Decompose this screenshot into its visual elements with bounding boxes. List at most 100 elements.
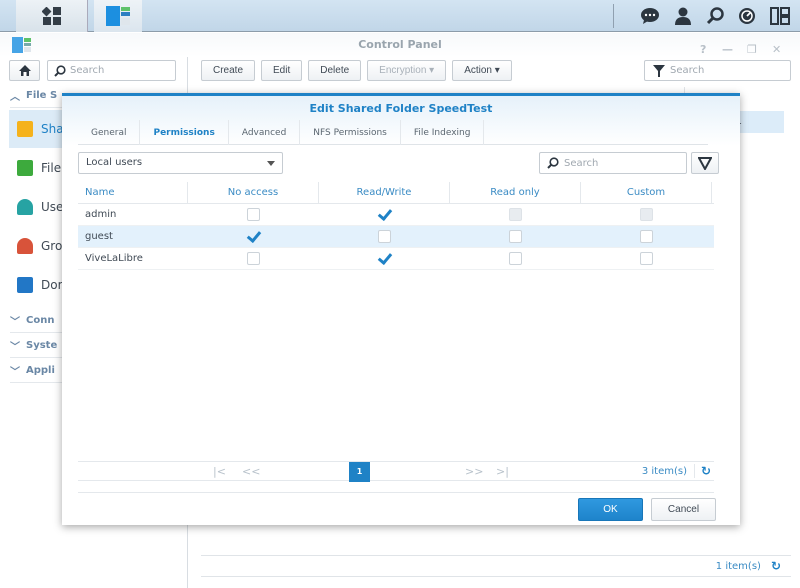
home-icon	[18, 65, 31, 76]
no-access-cell	[188, 226, 319, 247]
create-button[interactable]: Create	[201, 60, 256, 81]
refresh-icon[interactable]: ↻	[771, 559, 781, 573]
table-row[interactable]: admin	[78, 204, 714, 226]
resource-monitor-icon[interactable]	[738, 7, 756, 25]
sidebar-search-input[interactable]: Search	[47, 60, 176, 81]
next-page-icon[interactable]: >>	[465, 465, 483, 478]
dialog-tabs: General Permissions Advanced NFS Permiss…	[78, 120, 708, 145]
main-search-input[interactable]: Search	[644, 60, 791, 81]
read-write-cell	[319, 226, 450, 247]
home-button[interactable]	[9, 60, 40, 81]
sidebar-section-label: Appli	[26, 365, 55, 376]
toolbar: Create Edit Delete Encryption ▾ Action ▾	[201, 60, 512, 81]
chevron-down-icon: ﹀	[10, 367, 20, 378]
filter-button[interactable]	[691, 152, 719, 174]
user-type-select[interactable]: Local users	[78, 152, 283, 174]
read-write-cell	[319, 248, 450, 269]
last-page-icon[interactable]: >|	[496, 465, 509, 478]
user-icon	[17, 199, 33, 215]
current-page[interactable]: 1	[349, 462, 370, 482]
help-button[interactable]: ?	[700, 38, 706, 62]
file-services-icon	[17, 160, 33, 176]
read-write-checkbox[interactable]	[378, 252, 391, 265]
filter-icon	[698, 156, 712, 170]
main-menu-button[interactable]	[16, 0, 88, 32]
read-only-checkbox[interactable]	[509, 252, 522, 265]
chevron-up-icon: ︿	[10, 92, 20, 103]
user-name-cell: ViveLaLibre	[85, 253, 143, 264]
delete-button[interactable]: Delete	[308, 60, 362, 81]
footer-divider	[78, 492, 714, 493]
permissions-grid: Name No access Read/Write Read only Cust…	[78, 182, 714, 270]
close-button[interactable]: ✕	[772, 38, 781, 62]
item-count: 3 item(s)	[641, 466, 687, 477]
minimize-button[interactable]: —	[722, 38, 733, 62]
refresh-icon[interactable]: ↻	[693, 464, 711, 478]
user-icon[interactable]	[674, 7, 692, 25]
read-only-cell	[450, 248, 581, 269]
custom-cell	[581, 226, 712, 247]
read-write-checkbox[interactable]	[378, 230, 391, 243]
read-write-checkbox[interactable]	[378, 208, 391, 221]
taskbar-divider	[613, 4, 614, 28]
read-only-cell	[450, 204, 581, 225]
no-access-checkbox[interactable]	[247, 208, 260, 221]
read-write-cell	[319, 204, 450, 225]
group-icon	[17, 238, 33, 254]
tab-file-indexing[interactable]: File Indexing	[401, 120, 485, 145]
filter-icon	[653, 64, 665, 77]
dropdown-caret-icon	[267, 161, 275, 166]
taskbar-control-panel[interactable]	[94, 0, 142, 32]
widgets-icon[interactable]	[770, 7, 790, 25]
search-icon[interactable]	[706, 7, 724, 25]
edit-shared-folder-dialog: Edit Shared Folder SpeedTest General Per…	[62, 93, 740, 525]
custom-checkbox[interactable]	[640, 252, 653, 265]
tab-nfs-permissions[interactable]: NFS Permissions	[300, 120, 401, 145]
table-row[interactable]: ViveLaLibre	[78, 248, 714, 270]
first-page-icon[interactable]: |<	[213, 465, 226, 478]
no-access-checkbox[interactable]	[247, 230, 260, 243]
cancel-button[interactable]: Cancel	[651, 498, 716, 521]
tab-advanced[interactable]: Advanced	[229, 120, 301, 145]
user-name-cell: guest	[85, 231, 113, 242]
notifications-icon[interactable]	[640, 7, 660, 25]
encryption-button[interactable]: Encryption ▾	[367, 60, 447, 81]
column-no-access[interactable]: No access	[188, 182, 319, 203]
column-name[interactable]: Name	[78, 182, 188, 203]
domain-icon	[17, 277, 33, 293]
user-type-value: Local users	[86, 157, 143, 168]
custom-checkbox	[640, 208, 653, 221]
read-only-checkbox	[509, 208, 522, 221]
control-panel-app-icon	[106, 6, 130, 26]
previous-page-icon[interactable]: <<	[242, 465, 260, 478]
column-read-only[interactable]: Read only	[450, 182, 581, 203]
no-access-checkbox[interactable]	[247, 252, 260, 265]
action-button[interactable]: Action ▾	[452, 60, 512, 81]
chevron-down-icon: ﹀	[10, 317, 20, 328]
column-read-write[interactable]: Read/Write	[319, 182, 450, 203]
column-custom[interactable]: Custom	[581, 182, 712, 203]
dialog-search-input[interactable]: Search	[539, 152, 687, 174]
pagination-bar: |< << 1 >> >| 3 item(s) ↻	[78, 461, 714, 482]
table-row[interactable]: guest	[78, 226, 714, 248]
tab-permissions[interactable]: Permissions	[140, 120, 229, 145]
read-only-checkbox[interactable]	[509, 230, 522, 243]
search-icon	[547, 157, 559, 169]
window-title: Control Panel	[358, 38, 442, 51]
dialog-title: Edit Shared Folder SpeedTest	[309, 102, 493, 115]
custom-checkbox[interactable]	[640, 230, 653, 243]
shared-folder-icon	[17, 121, 33, 137]
tab-general[interactable]: General	[78, 120, 141, 145]
control-panel-app-icon	[12, 37, 31, 53]
ok-button[interactable]: OK	[578, 498, 643, 521]
restore-button[interactable]: ❐	[747, 38, 757, 62]
edit-button[interactable]: Edit	[261, 60, 303, 81]
custom-cell	[581, 204, 712, 225]
grid-header: Name No access Read/Write Read only Cust…	[78, 182, 714, 204]
no-access-cell	[188, 248, 319, 269]
sidebar-section-label: Syste	[26, 340, 58, 351]
sidebar-search-placeholder: Search	[70, 65, 105, 76]
search-icon	[54, 64, 66, 77]
user-name-cell: admin	[85, 209, 117, 220]
sidebar-section-label: File S	[26, 90, 58, 101]
